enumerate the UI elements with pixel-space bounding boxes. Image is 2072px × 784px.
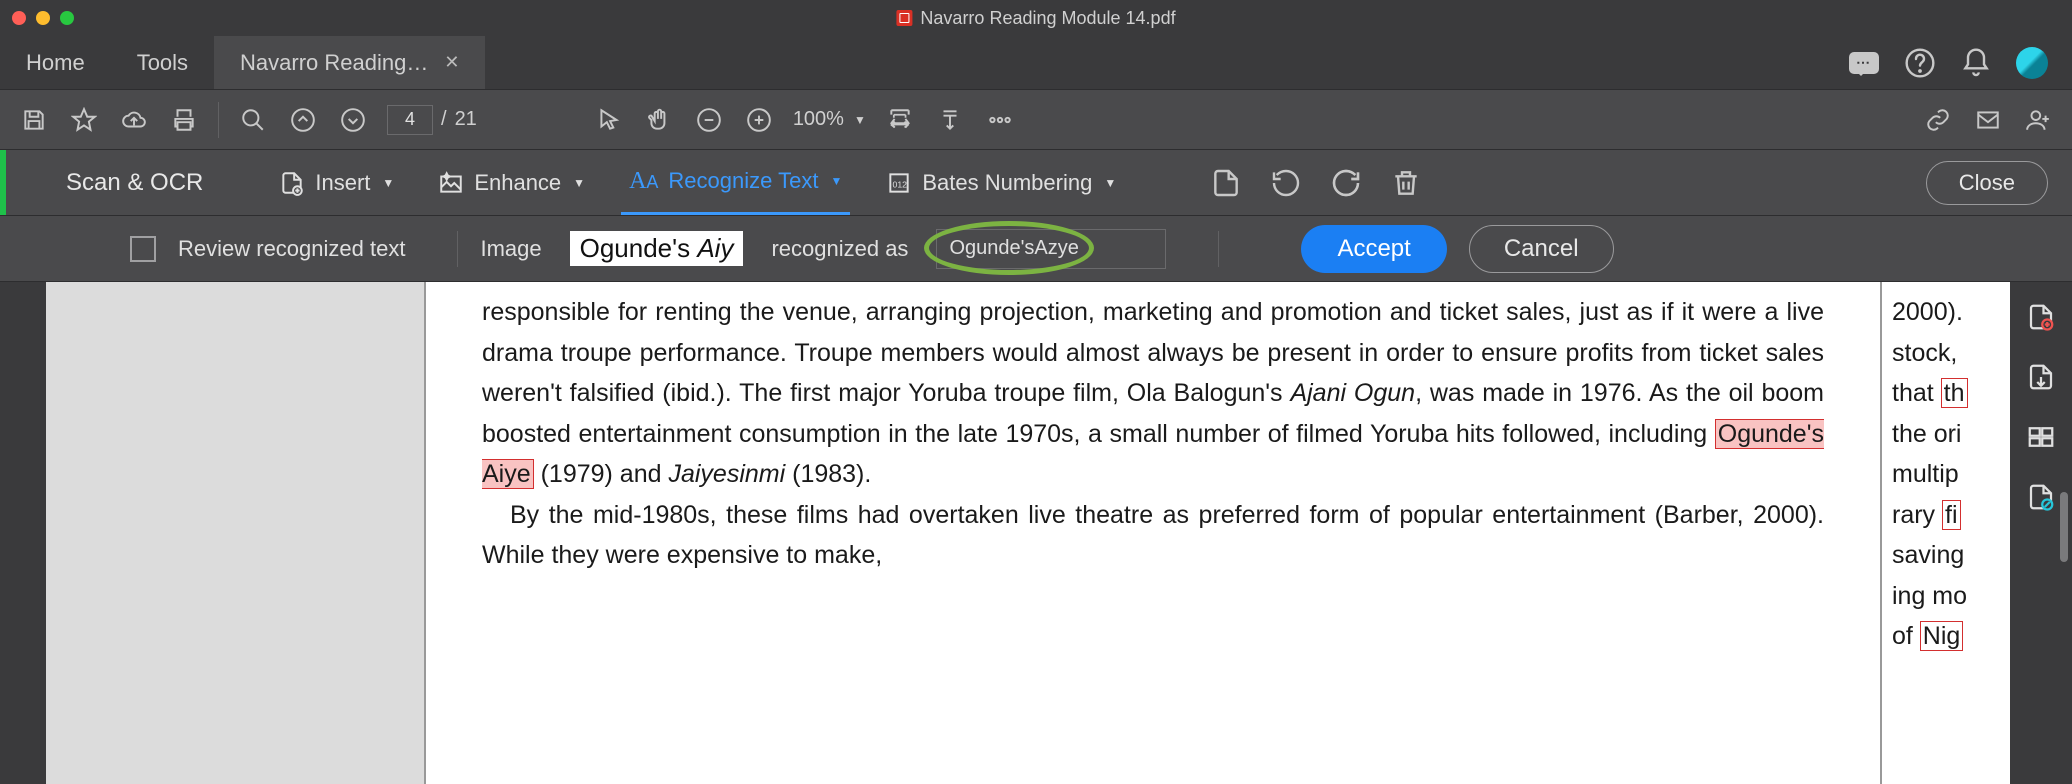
ocr-bates-numbering-button[interactable]: 012 Bates Numbering▼: [878, 150, 1124, 215]
user-avatar[interactable]: [2016, 47, 2048, 79]
help-icon[interactable]: [1904, 47, 1936, 79]
ocr-suspect-box[interactable]: th: [1941, 378, 1968, 408]
page-separator: /: [441, 108, 447, 131]
organize-pages-icon[interactable]: [2026, 422, 2056, 452]
review-checkbox-label: Review recognized text: [178, 236, 405, 262]
link-icon[interactable]: [1922, 104, 1954, 136]
chevron-down-icon: ▼: [854, 113, 866, 127]
edit-pdf-icon[interactable]: [2026, 482, 2056, 512]
document-area: responsible for renting the venue, arran…: [0, 282, 2072, 784]
image-label: Image: [480, 236, 541, 262]
print-icon[interactable]: [168, 104, 200, 136]
pdf-file-icon: [896, 10, 912, 26]
cancel-button[interactable]: Cancel: [1469, 225, 1614, 273]
review-checkbox[interactable]: [130, 236, 156, 262]
tab-document[interactable]: Navarro Reading… ✕: [214, 36, 485, 89]
ocr-suspect-box[interactable]: fi: [1942, 500, 1961, 530]
tab-document-label: Navarro Reading…: [240, 50, 428, 76]
star-icon[interactable]: [68, 104, 100, 136]
accept-button[interactable]: Accept: [1301, 225, 1446, 273]
main-toolbar: / 21 100% ▼: [0, 90, 2072, 150]
ocr-insert-button[interactable]: Insert▼: [271, 150, 402, 215]
total-pages: 21: [455, 108, 477, 131]
titlebar: Navarro Reading Module 14.pdf: [0, 0, 2072, 36]
document-page-right-fragment: 2000). stock, that th the ori multip rar…: [1880, 282, 2010, 784]
comments-icon[interactable]: ⋯: [1848, 47, 1880, 79]
create-pdf-icon[interactable]: [2026, 302, 2056, 332]
tab-bar: Home Tools Navarro Reading… ✕ ⋯: [0, 36, 2072, 90]
paragraph-1: responsible for renting the venue, arran…: [482, 292, 1824, 495]
ocr-image-snippet: Ogunde's Aiy: [570, 231, 744, 266]
toolbar-divider: [218, 102, 219, 138]
upload-cloud-icon[interactable]: [118, 104, 150, 136]
chevron-down-icon: ▼: [830, 174, 842, 188]
ocr-toolbar: Scan & OCR Insert▼ Enhance▼ AA Recognize…: [0, 150, 2072, 216]
window-title-text: Navarro Reading Module 14.pdf: [920, 8, 1175, 29]
current-page-input[interactable]: [387, 105, 433, 135]
tab-tools[interactable]: Tools: [111, 36, 214, 89]
recognized-as-label: recognized as: [771, 236, 908, 262]
window-controls: [12, 11, 74, 25]
close-window-icon[interactable]: [12, 11, 26, 25]
scroll-mode-icon[interactable]: [934, 104, 966, 136]
export-pdf-icon[interactable]: [2026, 362, 2056, 392]
more-tools-icon[interactable]: [984, 104, 1016, 136]
page-down-icon[interactable]: [337, 104, 369, 136]
page-scan-margin: [46, 282, 426, 784]
svg-text:012: 012: [893, 179, 908, 189]
chevron-down-icon: ▼: [1104, 176, 1116, 190]
add-person-icon[interactable]: [2022, 104, 2054, 136]
ocr-title: Scan & OCR: [34, 169, 243, 197]
delete-icon[interactable]: [1390, 167, 1422, 199]
minimize-window-icon[interactable]: [36, 11, 50, 25]
left-gutter: [0, 282, 46, 784]
tab-close-icon[interactable]: ✕: [444, 52, 459, 73]
zoom-in-icon[interactable]: [743, 104, 775, 136]
review-bar: Review recognized text Image Ogunde's Ai…: [0, 216, 2072, 282]
window-title: Navarro Reading Module 14.pdf: [896, 8, 1175, 29]
tab-home[interactable]: Home: [0, 36, 111, 89]
undo-icon[interactable]: [1270, 167, 1302, 199]
ocr-active-indicator: [0, 150, 6, 215]
ocr-suspect-box[interactable]: Nig: [1920, 621, 1964, 651]
hand-tool-icon[interactable]: [643, 104, 675, 136]
zoom-out-icon[interactable]: [693, 104, 725, 136]
page-up-icon[interactable]: [287, 104, 319, 136]
select-tool-icon[interactable]: [593, 104, 625, 136]
right-tool-rail: [2010, 282, 2072, 784]
zoom-level[interactable]: 100% ▼: [793, 108, 866, 131]
page-indicator: / 21: [387, 105, 477, 135]
fit-width-icon[interactable]: [884, 104, 916, 136]
review-divider-2: [1218, 231, 1219, 267]
ocr-recognize-text-button[interactable]: AA Recognize Text▼: [621, 150, 850, 215]
redo-icon[interactable]: [1330, 167, 1362, 199]
maximize-window-icon[interactable]: [60, 11, 74, 25]
ocr-enhance-button[interactable]: Enhance▼: [430, 150, 593, 215]
document-page[interactable]: responsible for renting the venue, arran…: [426, 282, 1880, 784]
save-icon[interactable]: [18, 104, 50, 136]
ocr-new-page-icon[interactable]: [1210, 167, 1242, 199]
paragraph-2: By the mid-1980s, these films had overta…: [482, 495, 1824, 576]
chevron-down-icon: ▼: [382, 176, 394, 190]
right-rail-scrollbar[interactable]: [2060, 492, 2068, 562]
search-icon[interactable]: [237, 104, 269, 136]
ocr-close-button[interactable]: Close: [1926, 161, 2048, 205]
recognized-text-input[interactable]: [936, 229, 1166, 269]
chevron-down-icon: ▼: [573, 176, 585, 190]
review-divider: [457, 231, 458, 267]
email-icon[interactable]: [1972, 104, 2004, 136]
notifications-icon[interactable]: [1960, 47, 1992, 79]
